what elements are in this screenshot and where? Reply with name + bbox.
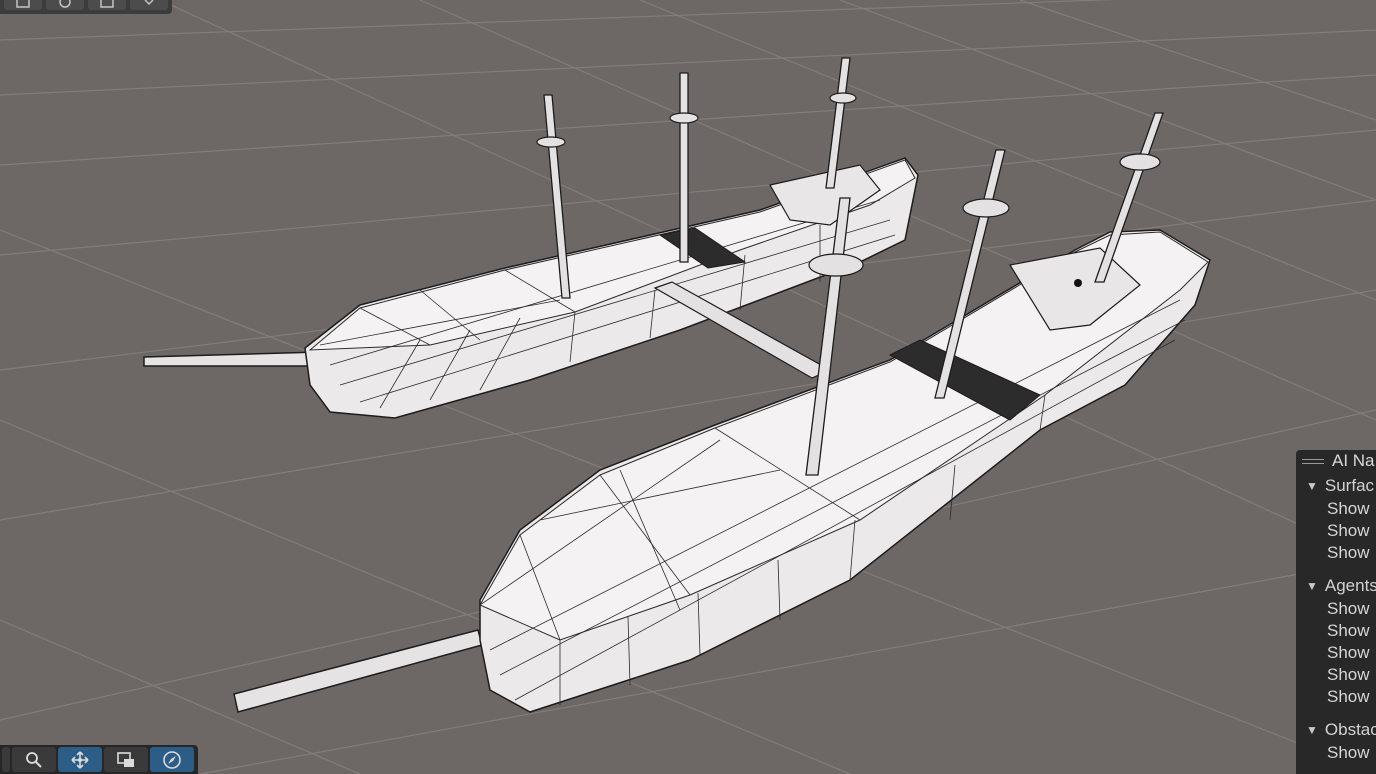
ship-front-mast-3-top — [1119, 153, 1161, 171]
dropdown-button[interactable] — [130, 0, 168, 10]
section-label: Surfac — [1324, 476, 1375, 495]
ship-back-mast-2-top — [669, 112, 699, 124]
move-tool-button[interactable] — [58, 747, 102, 772]
search-button[interactable] — [12, 747, 56, 772]
dropdown-icon — [144, 0, 154, 6]
agents-option-4[interactable]: Show — [1296, 664, 1376, 686]
scene-viewport[interactable] — [0, 0, 1376, 774]
section-surfaces: ▼ Surfac Show Show Show — [1296, 474, 1376, 564]
section-obstacles: ▼ Obstac Show — [1296, 718, 1376, 764]
layout-button[interactable] — [4, 0, 42, 10]
move-icon — [71, 750, 89, 769]
ship-back-mast-2 — [679, 72, 689, 263]
camera-icon — [100, 0, 114, 8]
panel-title: AI Na — [1332, 451, 1375, 470]
search-icon — [26, 751, 42, 768]
drag-handle-icon[interactable] — [1302, 458, 1324, 464]
compass-icon — [163, 750, 181, 769]
ship-back-mast-1-top — [536, 136, 566, 148]
section-label: Obstac — [1324, 720, 1376, 739]
view-icon — [117, 751, 134, 767]
camera-button[interactable] — [88, 0, 126, 10]
section-surfaces-header[interactable]: ▼ Surfac — [1296, 474, 1376, 498]
rotate-button[interactable] — [46, 0, 84, 10]
rotate-icon — [59, 0, 71, 8]
ship-back-mast-3-top — [829, 92, 857, 104]
layout-icon — [16, 0, 30, 8]
ship-front-mast-2-top — [962, 198, 1010, 218]
surfaces-option-2[interactable]: Show — [1296, 520, 1376, 542]
ai-navigation-panel: AI Na ▼ Surfac Show Show Show ▼ Agents S… — [1296, 450, 1376, 774]
agents-option-1[interactable]: Show — [1296, 598, 1376, 620]
overlay-toolbar — [0, 745, 198, 774]
ship-front-mast-1-top — [808, 253, 864, 277]
section-obstacles-header[interactable]: ▼ Obstac — [1296, 718, 1376, 742]
overlay-menu-button[interactable] — [2, 747, 10, 772]
obstacles-option-1[interactable]: Show — [1296, 742, 1376, 764]
agents-option-5[interactable]: Show — [1296, 686, 1376, 708]
fold-triangle-icon: ▼ — [1306, 723, 1318, 737]
agents-option-2[interactable]: Show — [1296, 620, 1376, 642]
section-label: Agents — [1324, 576, 1376, 595]
fold-triangle-icon: ▼ — [1306, 579, 1318, 593]
selection-gizmo[interactable] — [1074, 279, 1082, 287]
surfaces-option-3[interactable]: Show — [1296, 542, 1376, 564]
surfaces-option-1[interactable]: Show — [1296, 498, 1376, 520]
view-button[interactable] — [104, 747, 148, 772]
agents-option-3[interactable]: Show — [1296, 642, 1376, 664]
compass-button[interactable] — [150, 747, 194, 772]
fold-triangle-icon: ▼ — [1306, 479, 1318, 493]
section-agents: ▼ Agents Show Show Show Show Show — [1296, 574, 1376, 708]
top-toolbar — [0, 0, 172, 14]
panel-header[interactable]: AI Na — [1296, 450, 1376, 472]
section-agents-header[interactable]: ▼ Agents — [1296, 574, 1376, 598]
